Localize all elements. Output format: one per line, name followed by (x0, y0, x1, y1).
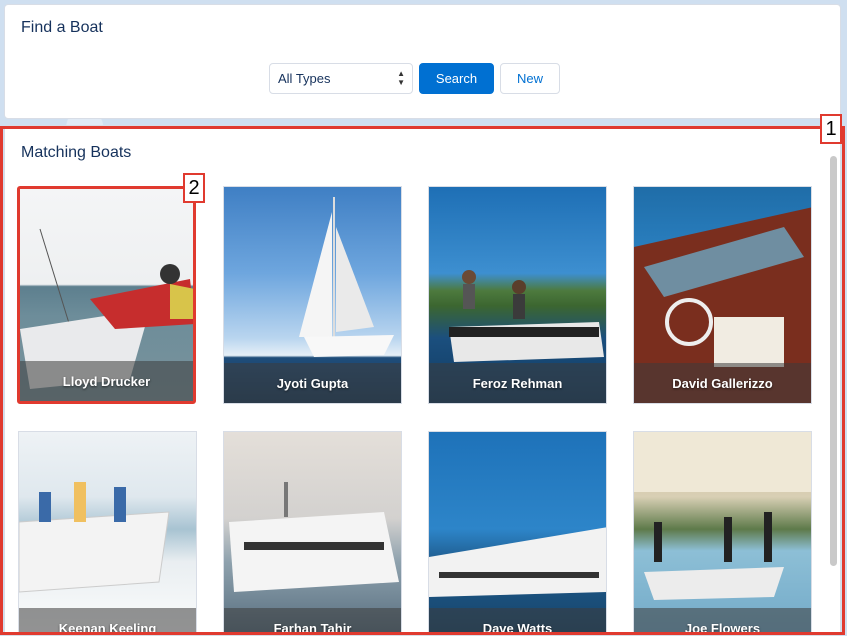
boat-tile[interactable]: Jyoti Gupta (223, 186, 402, 404)
boat-owner-label: Dave Watts (429, 608, 606, 635)
callout-1: 1 (820, 114, 842, 144)
search-button[interactable]: Search (419, 63, 494, 94)
new-button[interactable]: New (500, 63, 560, 94)
boat-tile[interactable]: Keenan Keeling (18, 431, 197, 635)
boat-type-value: All Types (278, 71, 331, 86)
boat-owner-label: Keenan Keeling (19, 608, 196, 635)
find-boat-card: Find a Boat All Types ▲ ▼ Search New (4, 4, 841, 119)
boat-owner-label: Farhan Tahir (224, 608, 401, 635)
boat-tile[interactable]: Dave Watts (428, 431, 607, 635)
matching-boats-title: Matching Boats (21, 144, 132, 161)
boat-owner-label: Jyoti Gupta (224, 363, 401, 403)
boat-photo (19, 432, 196, 635)
boat-owner-label: Lloyd Drucker (20, 361, 193, 401)
boat-photo (224, 432, 401, 635)
boat-type-select[interactable]: All Types ▲ ▼ (269, 63, 413, 94)
boat-tile[interactable]: Lloyd Drucker (17, 186, 196, 404)
find-boat-title: Find a Boat (21, 19, 103, 36)
boat-owner-label: Joe Flowers (634, 608, 811, 635)
boat-owner-label: David Gallerizzo (634, 363, 811, 403)
callout-2: 2 (183, 173, 205, 203)
matching-boats-card: Matching Boats Lloyd Drucker Jyoti Gupta (4, 125, 841, 636)
boat-owner-label: Feroz Rehman (429, 363, 606, 403)
boat-photo (634, 432, 811, 635)
boat-tile[interactable]: Farhan Tahir (223, 431, 402, 635)
select-arrows-icon: ▲ ▼ (397, 69, 405, 87)
boat-tile[interactable]: Feroz Rehman (428, 186, 607, 404)
scrollbar[interactable] (830, 156, 837, 566)
boat-photo (429, 432, 606, 635)
boat-tile[interactable]: Joe Flowers (633, 431, 812, 635)
search-controls: All Types ▲ ▼ Search New (269, 63, 560, 94)
boat-tile[interactable]: David Gallerizzo (633, 186, 812, 404)
